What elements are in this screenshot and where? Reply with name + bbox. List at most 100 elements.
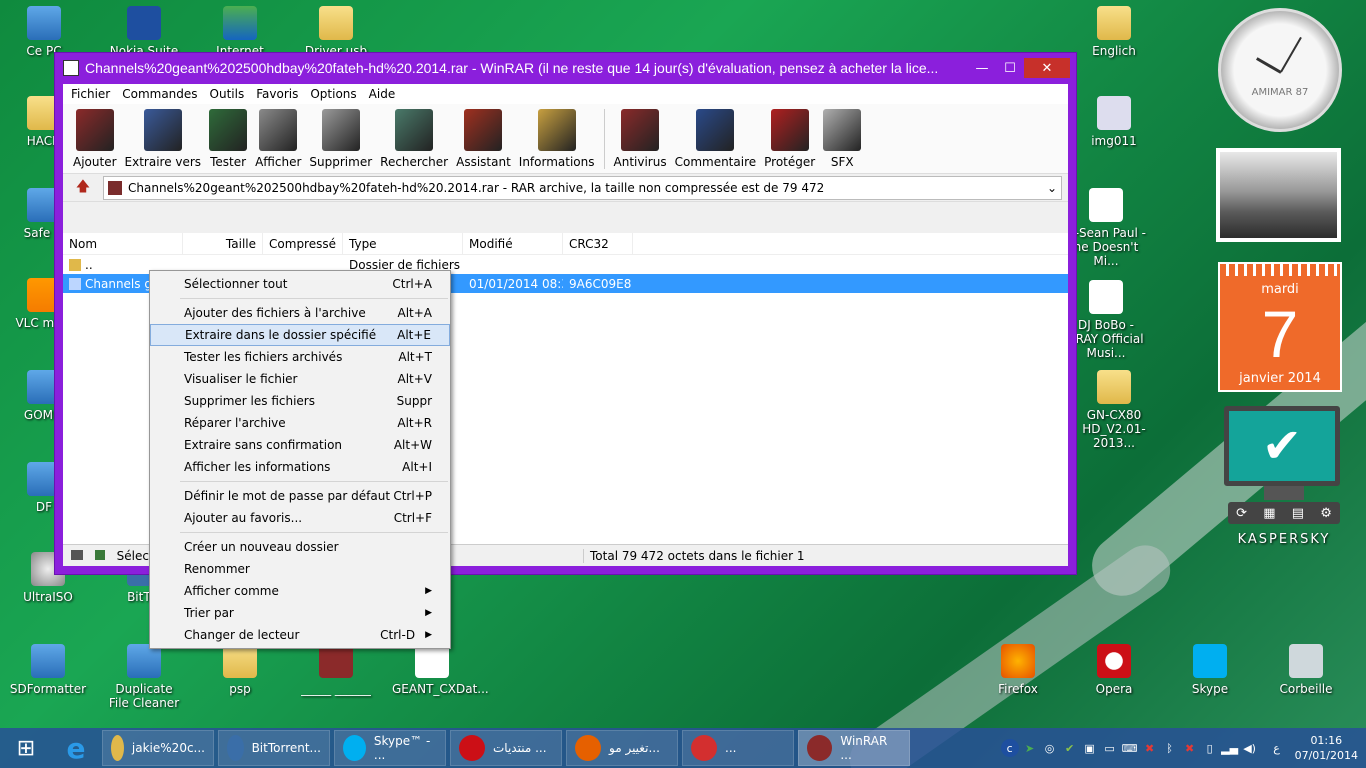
context-menu-item[interactable]: Renommer	[150, 558, 450, 580]
kaspersky-gadget[interactable]: ✔ ⟳ ▦ ▤ ⚙ KASPERSKY	[1224, 406, 1344, 566]
context-menu-item[interactable]: Définir le mot de passe par défaut Ctrl+P	[150, 485, 450, 507]
context-menu-item[interactable]: Afficher les informations Alt+I	[150, 456, 450, 478]
context-menu-item[interactable]: Extraire dans le dossier spécifié Alt+E	[150, 324, 450, 346]
toolbar-button-1[interactable]: Extraire vers	[121, 109, 206, 169]
taskbar-button-2[interactable]: Skype™ - ...	[334, 730, 446, 766]
desktop-icon-right-1[interactable]: img011	[1074, 96, 1154, 148]
tray-icon[interactable]: ✖	[1141, 739, 1159, 757]
desktop-icon-right-3[interactable]: DJ BoBo - PRAY Official Musi...	[1066, 280, 1146, 360]
desktop-icon-bottom-4[interactable]: GEANT_CXDat...	[392, 644, 489, 696]
taskbar-button-0[interactable]: jakie%20c...	[102, 730, 214, 766]
desktop-icon-bottom-1[interactable]: Duplicate File Cleaner	[104, 644, 184, 710]
menu-5[interactable]: Aide	[363, 87, 402, 101]
network-icon[interactable]: ▂▄	[1221, 739, 1239, 757]
taskbar-button-4[interactable]: تغيير مو...	[566, 730, 678, 766]
calendar-gadget[interactable]: mardi 7 janvier 2014	[1218, 262, 1342, 392]
desktop-icon-top-0[interactable]: Nokia Suite	[104, 6, 184, 58]
desktop-icon-right-2[interactable]: ---Sean Paul - he Doesn't Mi...	[1066, 188, 1146, 268]
column-1[interactable]: Taille	[183, 233, 263, 254]
column-3[interactable]: Type	[343, 233, 463, 254]
maximize-button[interactable]: ☐	[996, 58, 1024, 78]
refresh-icon[interactable]: ⟳	[1236, 506, 1247, 521]
chevron-down-icon[interactable]: ⌄	[1043, 181, 1061, 195]
volume-icon[interactable]: ◀)	[1241, 739, 1259, 757]
tray-icon[interactable]: ◎	[1041, 739, 1059, 757]
bluetooth-icon[interactable]: ᛒ	[1161, 739, 1179, 757]
column-5[interactable]: CRC32	[563, 233, 633, 254]
desktop-icon-bottom-3[interactable]: _____ ______	[296, 644, 376, 696]
tray-icon[interactable]: ▣	[1081, 739, 1099, 757]
context-menu-item[interactable]: Visualiser le fichier Alt+V	[150, 368, 450, 390]
desktop-icon-bottom-7[interactable]: Skype	[1170, 644, 1250, 696]
menu-3[interactable]: Favoris	[250, 87, 304, 101]
toolbar-button-6[interactable]: Assistant	[452, 109, 515, 169]
desktop-icon-7[interactable]: SDFormatter	[8, 644, 88, 696]
desktop-icon-0[interactable]: Ce PC	[4, 6, 84, 58]
toolbar2-button-2[interactable]: Protéger	[760, 109, 819, 169]
calendar-icon[interactable]: ▦	[1263, 506, 1275, 521]
tray-icon[interactable]: ➤	[1021, 739, 1039, 757]
tray-icon[interactable]: ✔	[1061, 739, 1079, 757]
lock-icon[interactable]	[94, 549, 105, 560]
context-menu-item[interactable]: Changer de lecteur Ctrl-D ▶	[150, 624, 450, 646]
context-menu-item[interactable]: Afficher comme ▶	[150, 580, 450, 602]
language-indicator[interactable]: ع	[1268, 739, 1286, 757]
context-menu-item[interactable]: Trier par ▶	[150, 602, 450, 624]
context-menu-item[interactable]: Réparer l'archive Alt+R	[150, 412, 450, 434]
toolbar-button-7[interactable]: Informations	[515, 109, 599, 169]
desktop-icon-label: SDFormatter	[9, 682, 87, 696]
menu-0[interactable]: Fichier	[65, 87, 116, 101]
column-0[interactable]: Nom	[63, 233, 183, 254]
clock-gadget[interactable]: AMIMAR 87	[1218, 8, 1342, 132]
context-menu-item[interactable]: Créer un nouveau dossier	[150, 536, 450, 558]
winrar-app-icon[interactable]	[63, 60, 79, 76]
toolbar-button-4[interactable]: Supprimer	[305, 109, 376, 169]
toolbar2-button-1[interactable]: Commentaire	[671, 109, 761, 169]
toolbar-button-3[interactable]: Afficher	[251, 109, 305, 169]
taskbar-button-5[interactable]: ...	[682, 730, 794, 766]
drive-icon[interactable]	[71, 549, 83, 560]
battery-icon[interactable]: ▯	[1201, 739, 1219, 757]
toolbar2-button-3[interactable]: SFX	[819, 109, 865, 169]
settings-icon[interactable]: ⚙	[1320, 506, 1332, 521]
taskbar-clock[interactable]: 01:16 07/01/2014	[1287, 733, 1366, 763]
context-menu-item[interactable]: Ajouter au favoris... Ctrl+F	[150, 507, 450, 529]
desktop-icon-bottom-6[interactable]: Opera	[1074, 644, 1154, 696]
tray-icon[interactable]: ⌨	[1121, 739, 1139, 757]
desktop-icon-bottom-2[interactable]: psp	[200, 644, 280, 696]
toolbar-button-2[interactable]: Tester	[205, 109, 251, 169]
toolbar-button-5[interactable]: Rechercher	[376, 109, 452, 169]
context-menu-item[interactable]: Ajouter des fichiers à l'archive Alt+A	[150, 302, 450, 324]
start-button[interactable]: ⊞	[0, 728, 52, 768]
column-2[interactable]: Compressé	[263, 233, 343, 254]
desktop-icon-bottom-8[interactable]: Corbeille	[1266, 644, 1346, 696]
tray-icon[interactable]: c	[1000, 739, 1019, 757]
desktop-icon-top-1[interactable]: Internet	[200, 6, 280, 58]
menu-1[interactable]: Commandes	[116, 87, 203, 101]
desktop-icon-right-0[interactable]: Englich	[1074, 6, 1154, 58]
column-4[interactable]: Modifié	[463, 233, 563, 254]
context-menu-item[interactable]: Sélectionner tout Ctrl+A	[150, 273, 450, 295]
desktop-icon-bottom-5[interactable]: Firefox	[978, 644, 1058, 696]
toolbar2-button-0[interactable]: Antivirus	[610, 109, 671, 169]
context-menu-item[interactable]: Tester les fichiers archivés Alt+T	[150, 346, 450, 368]
internet-explorer-icon[interactable]: e	[52, 728, 100, 768]
tray-icon[interactable]: ✖	[1181, 739, 1199, 757]
address-field[interactable]: Channels%20geant%202500hdbay%20fateh-hd%…	[103, 175, 1062, 200]
report-icon[interactable]: ▤	[1292, 506, 1304, 521]
slideshow-gadget[interactable]	[1216, 148, 1341, 242]
taskbar-button-3[interactable]: منتديات ...	[450, 730, 562, 766]
menu-2[interactable]: Outils	[204, 87, 251, 101]
up-folder-icon[interactable]: 🡅	[69, 177, 97, 199]
context-menu-item[interactable]: Supprimer les fichiers Suppr	[150, 390, 450, 412]
desktop-icon-right-4[interactable]: GN-CX80 HD_V2.01-2013...	[1074, 370, 1154, 450]
menu-4[interactable]: Options	[304, 87, 362, 101]
toolbar-button-0[interactable]: Ajouter	[69, 109, 121, 169]
title-bar[interactable]: Channels%20geant%202500hdbay%20fateh-hd%…	[55, 53, 1076, 83]
minimize-button[interactable]: —	[968, 58, 996, 78]
tray-icon[interactable]: ▭	[1101, 739, 1119, 757]
taskbar-button-1[interactable]: BitTorrent...	[218, 730, 330, 766]
context-menu-item[interactable]: Extraire sans confirmation Alt+W	[150, 434, 450, 456]
close-button[interactable]: ✕	[1024, 58, 1070, 78]
taskbar-button-6[interactable]: WinRAR ...	[798, 730, 910, 766]
